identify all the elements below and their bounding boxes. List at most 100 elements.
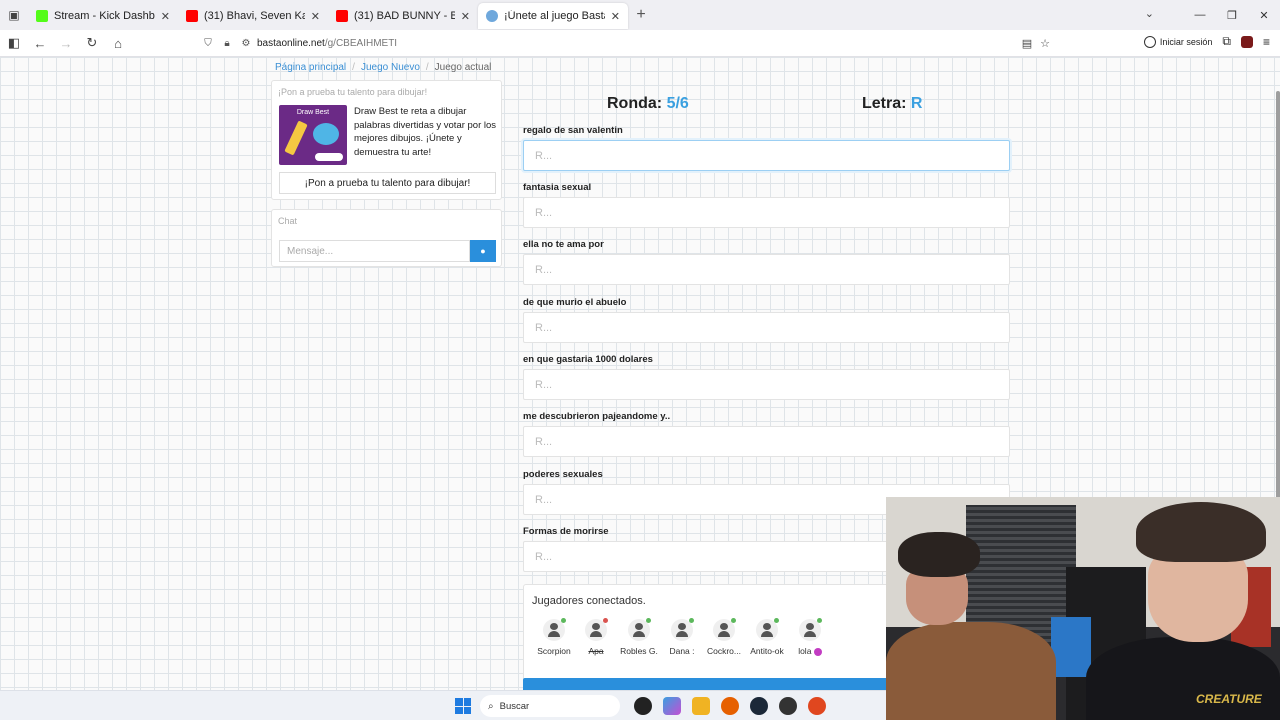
shirt-logo: CREATURE xyxy=(1196,692,1262,706)
user-avatar-icon xyxy=(585,618,608,641)
category-label: Formas de morirse xyxy=(523,526,609,537)
signin-button[interactable]: Iniciar sesión xyxy=(1143,35,1213,48)
category-input[interactable]: R... xyxy=(523,426,1010,457)
url-path: /g/CBEAIHMETI xyxy=(324,38,398,49)
youtube-favicon-icon xyxy=(186,10,198,22)
window-controls: — ❐ ✕ xyxy=(1184,0,1280,30)
category-input[interactable]: R... xyxy=(523,254,1010,285)
letter-indicator: Letra: R xyxy=(862,95,922,113)
category-label: fantasia sexual xyxy=(523,182,592,193)
round-label: Ronda: xyxy=(607,95,663,112)
taskbar-search[interactable]: ⌕ Buscar xyxy=(480,695,620,717)
tab-bar: ▣ Stream - Kick Dashboard ✕ (31) Bhavi, … xyxy=(0,0,1280,30)
window-close-icon[interactable]: ✕ xyxy=(1248,9,1280,22)
shield-icon[interactable]: ⛉ xyxy=(200,38,216,49)
search-icon: ⌕ xyxy=(488,700,494,712)
back-icon[interactable]: ← xyxy=(28,31,52,55)
chat-header: Chat xyxy=(278,216,298,226)
basta-favicon-icon xyxy=(486,10,498,22)
lock-icon[interactable]: 🔒︎ xyxy=(219,38,235,49)
tab-youtube-2[interactable]: (31) BAD BUNNY - BOOKER T (V ✕ xyxy=(328,3,478,29)
tab-youtube-1[interactable]: (31) Bhavi, Seven Kayne, Shako ✕ xyxy=(178,3,328,29)
breadcrumb-current: Juego actual xyxy=(434,62,492,73)
online-status-icon xyxy=(646,618,651,623)
tab-title: ¡Únete al juego Basta! xyxy=(504,10,605,22)
player-item[interactable]: lola xyxy=(785,618,835,656)
firefox-icon[interactable] xyxy=(721,697,739,715)
shield-extension-icon[interactable] xyxy=(1240,35,1253,48)
webcam-overlay: CREATURE xyxy=(886,497,1280,720)
category-input[interactable]: R... xyxy=(523,197,1010,228)
signin-label: Iniciar sesión xyxy=(1159,36,1213,47)
sidebar-toggle-icon[interactable]: ◧ xyxy=(2,31,26,55)
round-value: 5/6 xyxy=(666,95,689,112)
url-bar[interactable]: ⛉ 🔒︎ ⚙ bastaonline.net/g/CBEAIHMETI ▤ ☆ xyxy=(200,33,1050,54)
file-explorer-icon[interactable] xyxy=(692,697,710,715)
new-tab-icon[interactable]: + xyxy=(628,6,654,24)
breadcrumb-home[interactable]: Página principal xyxy=(275,62,346,73)
promo-text: Draw Best te reta a dibujar palabras div… xyxy=(354,106,497,158)
tab-title: (31) BAD BUNNY - BOOKER T (V xyxy=(354,10,455,22)
app-icon[interactable] xyxy=(634,697,652,715)
user-avatar-icon xyxy=(799,618,822,641)
app-icon[interactable] xyxy=(808,697,826,715)
chat-send-button[interactable]: ● xyxy=(470,240,496,262)
tab-title: Stream - Kick Dashboard xyxy=(54,10,155,22)
obs-icon[interactable] xyxy=(779,697,797,715)
category-label: en que gastaria 1000 dolares xyxy=(523,354,653,365)
reload-icon[interactable]: ↻ xyxy=(80,31,104,55)
user-avatar-icon xyxy=(628,618,651,641)
restore-icon[interactable]: ❐ xyxy=(1216,9,1248,22)
offline-status-icon xyxy=(603,618,608,623)
draw-best-image[interactable]: Draw Best xyxy=(279,105,347,165)
category-input[interactable]: R... xyxy=(523,369,1010,400)
taskbar: ⌕ Buscar xyxy=(0,690,886,720)
letter-value: R xyxy=(910,95,923,112)
tab-basta[interactable]: ¡Únete al juego Basta! ✕ xyxy=(478,3,628,29)
close-icon[interactable]: ✕ xyxy=(161,10,170,23)
home-icon[interactable]: ⌂ xyxy=(106,31,130,55)
close-icon[interactable]: ✕ xyxy=(311,10,320,23)
tab-list-chevron-icon[interactable]: ⌄ xyxy=(1145,7,1154,20)
user-avatar-icon xyxy=(671,618,694,641)
reader-view-icon[interactable]: ▤ xyxy=(1022,37,1032,50)
online-status-icon xyxy=(731,618,736,623)
user-avatar-icon xyxy=(756,618,779,641)
forward-icon[interactable]: → xyxy=(54,31,78,55)
category-input[interactable]: R... xyxy=(523,312,1010,343)
category-label: me descubrieron pajeandome y.. xyxy=(523,411,671,422)
close-icon[interactable]: ✕ xyxy=(461,10,470,23)
user-avatar-icon xyxy=(543,618,566,641)
players-title: Jugadores conectados. xyxy=(532,595,646,607)
promo-button[interactable]: ¡Pon a prueba tu talento para dibujar! xyxy=(279,172,496,194)
steam-icon[interactable] xyxy=(750,697,768,715)
round-indicator: Ronda: 5/6 xyxy=(607,95,689,113)
category-label: regalo de san valentin xyxy=(523,125,623,136)
category-label: de que murio el abuelo xyxy=(523,297,627,308)
chat-panel: Chat Mensaje... ● xyxy=(271,209,502,267)
category-input[interactable]: R... xyxy=(523,140,1010,171)
kick-favicon-icon xyxy=(36,10,48,22)
copilot-icon[interactable] xyxy=(663,697,681,715)
promo-header: ¡Pon a prueba tu talento para dibujar! xyxy=(278,87,428,97)
close-icon[interactable]: ✕ xyxy=(611,10,620,23)
bookmark-star-icon[interactable]: ☆ xyxy=(1040,37,1050,50)
extensions-icon[interactable]: ⧉ xyxy=(1222,34,1231,49)
online-status-icon xyxy=(774,618,779,623)
windows-start-icon[interactable] xyxy=(455,698,471,714)
tab-kick[interactable]: Stream - Kick Dashboard ✕ xyxy=(28,3,178,29)
chat-message-input[interactable]: Mensaje... xyxy=(279,240,470,262)
taskbar-search-label: Buscar xyxy=(499,700,530,712)
submit-button[interactable] xyxy=(523,678,888,690)
url-host: bastaonline.net xyxy=(257,38,325,49)
online-status-icon xyxy=(561,618,566,623)
menu-icon[interactable]: ≡ xyxy=(1263,35,1270,49)
breadcrumb-new-game[interactable]: Juego Nuevo xyxy=(361,62,420,73)
nav-bar: ◧ ← → ↻ ⌂ ⛉ 🔒︎ ⚙ bastaonline.net/g/CBEAI… xyxy=(0,30,1280,57)
tab-manager-icon[interactable]: ▣ xyxy=(0,0,28,30)
badge-icon xyxy=(813,647,822,656)
promo-panel: ¡Pon a prueba tu talento para dibujar! D… xyxy=(271,80,502,200)
minimize-icon[interactable]: — xyxy=(1184,9,1216,21)
letter-label: Letra: xyxy=(862,95,907,112)
permissions-icon[interactable]: ⚙ xyxy=(238,38,254,49)
